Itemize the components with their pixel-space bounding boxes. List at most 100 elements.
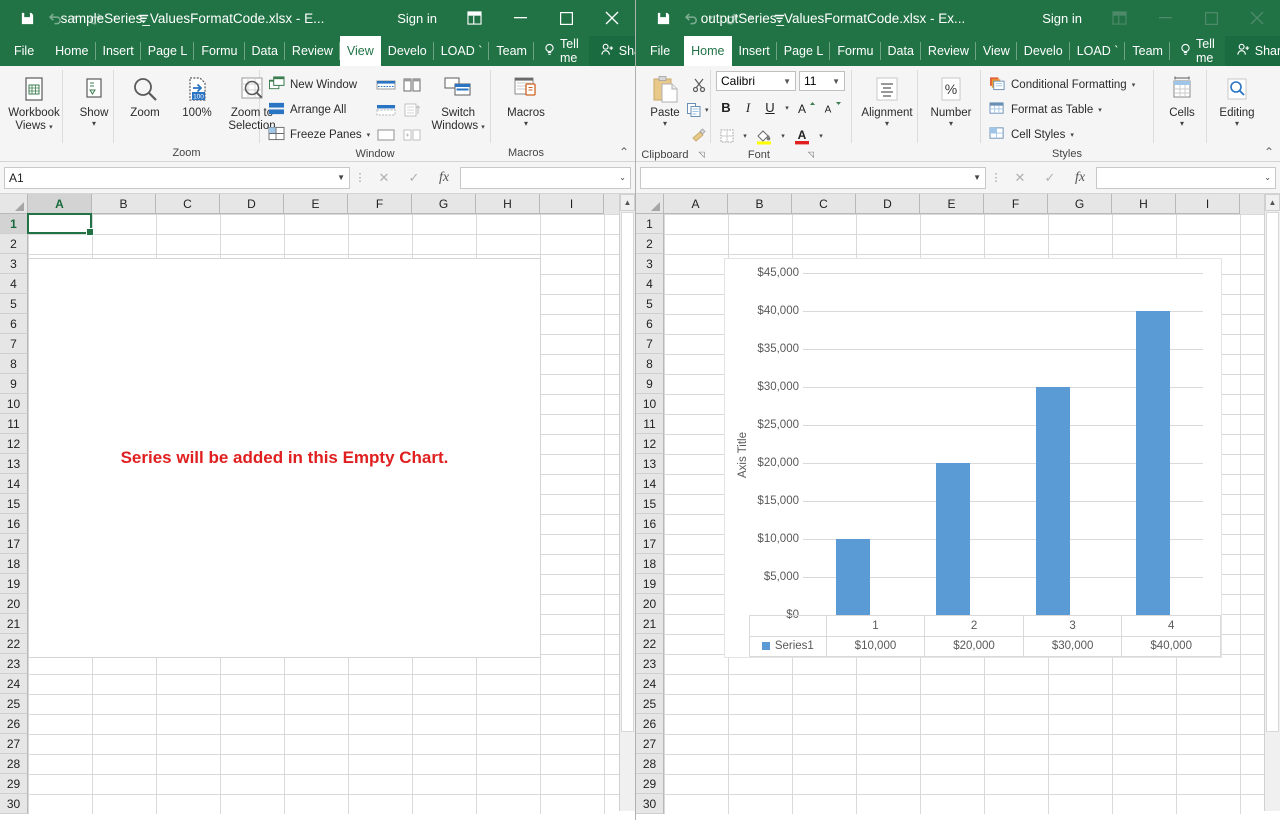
column-header-H-left[interactable]: H [476, 194, 540, 214]
chart-legend-entry[interactable]: Series1 [750, 637, 826, 657]
tab-view-left[interactable]: View [339, 36, 381, 66]
tab-data-left[interactable]: Data [245, 36, 286, 66]
row-header-6[interactable]: 6 [636, 314, 664, 334]
tell-me-box-left[interactable]: Tell me [534, 36, 589, 66]
row-header-13[interactable]: 13 [0, 454, 28, 474]
tab-review-right[interactable]: Review [921, 36, 976, 66]
row-header-20[interactable]: 20 [0, 594, 28, 614]
row-header-21[interactable]: 21 [636, 614, 664, 634]
row-header-19[interactable]: 19 [636, 574, 664, 594]
ribbon-display-options-icon-left[interactable] [451, 0, 497, 36]
row-header-5[interactable]: 5 [0, 294, 28, 314]
scrollbar-thumb-left[interactable] [621, 212, 634, 732]
editing-button[interactable]: Editing ▾ [1212, 70, 1262, 131]
font-color-button[interactable]: A [790, 123, 814, 148]
cancel-entry-button-right[interactable]: ✕ [1006, 165, 1034, 191]
row-header-12[interactable]: 12 [0, 434, 28, 454]
minimize-button-right[interactable] [1142, 0, 1188, 36]
row-header-5[interactable]: 5 [636, 294, 664, 314]
row-header-19[interactable]: 19 [0, 574, 28, 594]
row-header-3[interactable]: 3 [636, 254, 664, 274]
undo-icon[interactable] [42, 5, 68, 31]
chevron-down-icon[interactable]: ▼ [832, 77, 840, 86]
column-header-H-right[interactable]: H [1112, 194, 1176, 214]
column-header-D-right[interactable]: D [856, 194, 920, 214]
collapse-ribbon-button-left[interactable]: ⌃ [619, 145, 629, 159]
share-button-left[interactable]: Share [588, 36, 635, 66]
column-header-F-right[interactable]: F [984, 194, 1048, 214]
switch-windows-button[interactable]: Switch Windows ▾ [425, 70, 491, 137]
tab-page-layout-right[interactable]: Page L [777, 36, 831, 66]
column-header-E-left[interactable]: E [284, 194, 348, 214]
bold-button[interactable]: B [716, 95, 736, 120]
tab-review-left[interactable]: Review [285, 36, 340, 66]
bar-4[interactable] [1136, 311, 1170, 615]
new-window-button[interactable]: New Window [265, 72, 373, 97]
tab-loadtest-left[interactable]: LOAD ` [434, 36, 490, 66]
fill-color-button[interactable] [752, 123, 776, 148]
tab-view-right[interactable]: View [976, 36, 1017, 66]
grid-cells-right[interactable]: $0 $5,000 $10,000 $15,000 $20,000 $25,000 $30,… [664, 214, 1280, 814]
selected-cell-left[interactable] [27, 213, 94, 236]
borders-dropdown-icon[interactable]: ▾ [740, 123, 750, 148]
italic-button[interactable]: I [738, 95, 758, 120]
column-header-B-left[interactable]: B [92, 194, 156, 214]
customize-qat-icon[interactable] [766, 5, 792, 31]
bar-2[interactable] [936, 463, 970, 615]
empty-chart-object[interactable]: Series will be added in this Empty Chart… [28, 258, 541, 658]
zoom-button[interactable]: Zoom [119, 70, 171, 123]
alignment-button[interactable]: Alignment ▾ [857, 70, 917, 131]
scroll-up-button-left[interactable]: ▲ [620, 194, 635, 211]
tab-formulas-left[interactable]: Formu [194, 36, 245, 66]
row-header-26[interactable]: 26 [636, 714, 664, 734]
maximize-button-left[interactable] [543, 0, 589, 36]
row-header-25[interactable]: 25 [0, 694, 28, 714]
unhide-button[interactable] [373, 122, 399, 147]
tell-me-box-right[interactable]: Tell me [1170, 36, 1225, 66]
format-as-table-button[interactable]: Format as Table ▾ [986, 97, 1138, 122]
tab-insert-right[interactable]: Insert [732, 36, 778, 66]
column-header-I-left[interactable]: I [540, 194, 604, 214]
hide-button[interactable] [373, 97, 399, 122]
row-header-9[interactable]: 9 [636, 374, 664, 394]
row-header-6[interactable]: 6 [0, 314, 28, 334]
row-header-8[interactable]: 8 [636, 354, 664, 374]
row-header-7[interactable]: 7 [0, 334, 28, 354]
select-all-corner-right[interactable] [636, 194, 664, 214]
row-header-13[interactable]: 13 [636, 454, 664, 474]
tab-insert-left[interactable]: Insert [96, 36, 142, 66]
row-header-16[interactable]: 16 [0, 514, 28, 534]
tab-home-right[interactable]: Home [684, 36, 732, 66]
bar-chart-object[interactable]: $0 $5,000 $10,000 $15,000 $20,000 $25,000 $30,… [724, 258, 1222, 658]
save-icon[interactable] [14, 5, 40, 31]
workbook-views-button[interactable]: Workbook Views ▾ [5, 70, 63, 137]
column-header-C-left[interactable]: C [156, 194, 220, 214]
row-header-12[interactable]: 12 [636, 434, 664, 454]
freeze-panes-button[interactable]: Freeze Panes ▾ [265, 122, 373, 147]
decrease-font-size-button[interactable]: A [820, 95, 844, 120]
insert-function-button-right[interactable]: fx [1066, 165, 1094, 191]
row-header-30[interactable]: 30 [0, 794, 28, 814]
row-header-7[interactable]: 7 [636, 334, 664, 354]
redo-dropdown-icon[interactable]: ▼ [746, 5, 756, 31]
row-header-3[interactable]: 3 [0, 254, 28, 274]
synchronous-scrolling-button[interactable] [399, 97, 425, 122]
row-header-27[interactable]: 27 [0, 734, 28, 754]
row-header-11[interactable]: 11 [0, 414, 28, 434]
macros-button[interactable]: Macros ▾ [496, 70, 556, 131]
row-header-26[interactable]: 26 [0, 714, 28, 734]
chevron-down-icon[interactable]: ▼ [783, 77, 791, 86]
row-header-2[interactable]: 2 [636, 234, 664, 254]
formula-input-right[interactable]: ⌄ [1096, 166, 1276, 189]
tab-file-right[interactable]: File [636, 36, 684, 66]
redo-dropdown-icon[interactable]: ▼ [110, 5, 120, 31]
undo-icon[interactable] [678, 5, 704, 31]
row-header-29[interactable]: 29 [0, 774, 28, 794]
chevron-down-icon[interactable]: ⌄ [619, 173, 626, 182]
row-header-25[interactable]: 25 [636, 694, 664, 714]
row-header-23[interactable]: 23 [636, 654, 664, 674]
cells-button[interactable]: Cells ▾ [1159, 70, 1205, 131]
row-header-11[interactable]: 11 [636, 414, 664, 434]
column-header-A-left[interactable]: A [28, 194, 92, 214]
confirm-entry-button-left[interactable]: ✓ [400, 165, 428, 191]
